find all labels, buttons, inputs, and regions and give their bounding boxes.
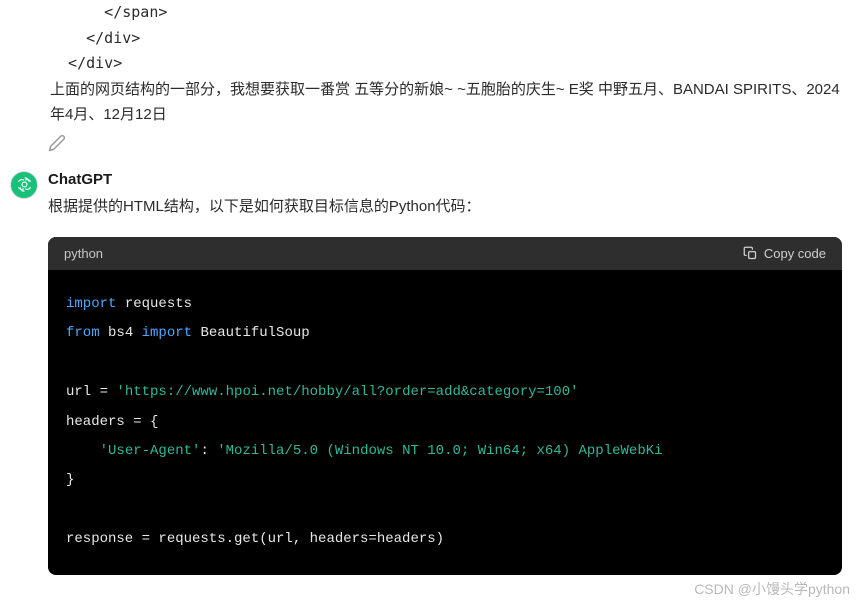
code-string: 'Mozilla/5.0 (Windows NT 10.0; Win64; x6… xyxy=(217,443,662,459)
user-text: 上面的网页结构的一部分，我想要获取一番赏 五等分的新娘~ ~五胞胎的庆生~ E奖… xyxy=(50,77,842,128)
code-keyword: from xyxy=(66,325,100,341)
code-ident: requests xyxy=(116,296,192,312)
code-ident: bs4 xyxy=(100,325,142,341)
code-ident: : xyxy=(200,443,217,459)
code-content[interactable]: import requests from bs4 import Beautifu… xyxy=(48,270,842,575)
code-keyword: import xyxy=(142,325,192,341)
code-ident: BeautifulSoup xyxy=(192,325,310,341)
code-block: python Copy code import requests from bs… xyxy=(48,237,842,575)
assistant-reply-text: 根据提供的HTML结构，以下是如何获取目标信息的Python代码： xyxy=(48,194,842,220)
user-code-line: </div> xyxy=(50,51,842,77)
copy-code-button[interactable]: Copy code xyxy=(743,246,826,261)
assistant-message: ChatGPT 根据提供的HTML结构，以下是如何获取目标信息的Python代码… xyxy=(0,171,862,575)
code-ident: } xyxy=(66,472,74,488)
copy-code-label: Copy code xyxy=(764,246,826,261)
code-string: 'https://www.hpoi.net/hobby/all?order=ad… xyxy=(116,384,578,400)
edit-icon[interactable] xyxy=(48,134,66,152)
user-code-line: </span> xyxy=(50,0,842,26)
code-ident: url = xyxy=(66,384,116,400)
assistant-name: ChatGPT xyxy=(48,171,842,188)
assistant-avatar-icon xyxy=(10,171,38,199)
user-message: </span> </div> </div> 上面的网页结构的一部分，我想要获取一… xyxy=(0,0,862,128)
code-string: 'User-Agent' xyxy=(100,443,201,459)
code-indent xyxy=(66,443,100,459)
code-keyword: import xyxy=(66,296,116,312)
code-ident: headers = { xyxy=(66,414,158,430)
code-ident: response = requests.get(url, headers=hea… xyxy=(66,531,444,547)
clipboard-icon xyxy=(743,246,758,261)
watermark: CSDN @小馒头学python xyxy=(694,579,850,599)
user-code-line: </div> xyxy=(50,26,842,52)
message-actions xyxy=(0,128,862,171)
code-header: python Copy code xyxy=(48,237,842,270)
code-language-label: python xyxy=(64,246,103,261)
